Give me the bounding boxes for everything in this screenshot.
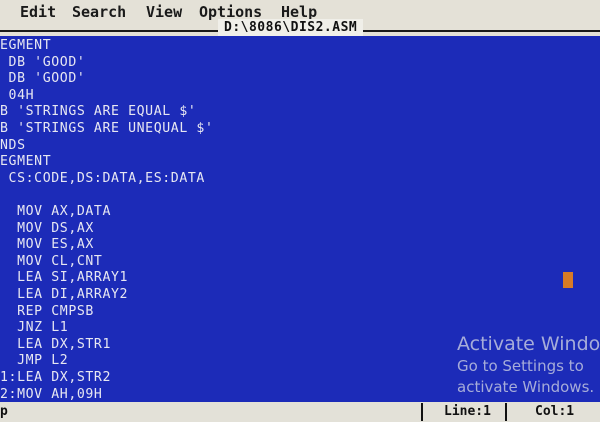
code-line: LEA DX,STR1 — [0, 336, 112, 352]
status-column-number: Col:1 — [535, 404, 575, 419]
code-line: MOV CL,CNT — [0, 253, 103, 269]
status-separator — [505, 403, 507, 421]
menu-view[interactable]: View — [146, 0, 182, 24]
activation-watermark: Activate Windo Go to Settings to activat… — [457, 332, 600, 398]
code-line: JMP L2 — [0, 353, 69, 369]
code-line: NDS — [0, 137, 26, 153]
watermark-line-2: activate Windows. — [457, 378, 595, 396]
code-line: LEA SI,ARRAY1 — [0, 270, 129, 286]
code-line: MOV ES,AX — [0, 237, 94, 253]
code-line: DB 'GOOD' — [0, 54, 86, 70]
file-title: D:\8086\DIS2.ASM — [218, 19, 364, 37]
code-editor[interactable]: EGMENT DB 'GOOD' DB 'GOOD' 04H B 'STRINGS… — [0, 36, 600, 402]
code-line: B 'STRINGS ARE EQUAL $' — [0, 104, 197, 120]
menu-search[interactable]: Search — [72, 0, 126, 24]
code-line: DB 'GOOD' — [0, 71, 86, 87]
code-line: EGMENT — [0, 154, 52, 170]
code-line: CS:CODE,DS:DATA,ES:DATA — [0, 170, 205, 186]
code-line: MOV DS,AX — [0, 220, 94, 236]
code-line: JNZ L1 — [0, 320, 69, 336]
code-line: 04H — [0, 87, 35, 103]
status-left-text: p — [0, 404, 8, 419]
code-line: 2:MOV AH,09H — [0, 386, 103, 402]
watermark-title: Activate Windo — [457, 333, 600, 355]
code-line: LEA DI,ARRAY2 — [0, 287, 129, 302]
code-line: 1:LEA DX,STR2 — [0, 370, 112, 385]
watermark-line-1: Go to Settings to — [457, 357, 584, 375]
status-separator — [421, 403, 423, 421]
code-line: MOV AX,DATA — [0, 204, 112, 219]
status-bar: p Line:1 Col:1 — [0, 402, 600, 422]
status-line-number: Line:1 — [444, 404, 491, 419]
code-line: B 'STRINGS ARE UNEQUAL $' — [0, 121, 214, 136]
text-cursor — [563, 272, 573, 288]
code-line: REP CMPSB — [0, 303, 94, 319]
code-line: EGMENT — [0, 38, 52, 53]
menu-edit[interactable]: Edit — [20, 0, 56, 24]
